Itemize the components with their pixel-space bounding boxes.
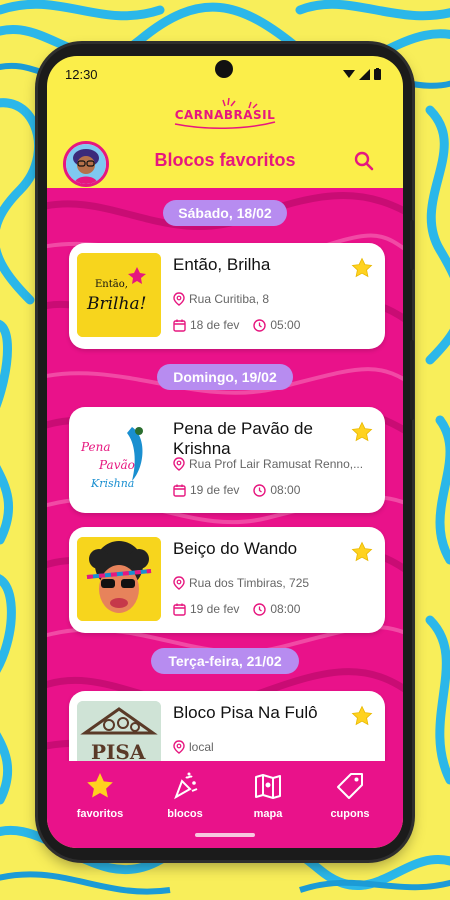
bloco-title: Beiço do Wando	[173, 539, 298, 558]
bloco-time: 08:00	[270, 602, 301, 616]
bloco-title: Bloco Pisa Na Fulô	[173, 703, 318, 722]
confetti-icon	[174, 772, 198, 800]
calendar-icon	[173, 319, 186, 332]
bottom-navigation: favoritos blocos mapa cupons	[47, 761, 403, 848]
favorite-star-icon[interactable]	[351, 257, 373, 279]
favorite-star-icon[interactable]	[351, 421, 373, 443]
thumb-text: Então,	[95, 279, 128, 290]
address-row: Rua Curitiba, 8	[173, 292, 369, 306]
location-pin-icon	[173, 576, 185, 590]
search-icon[interactable]	[353, 150, 375, 172]
bloco-title: Pena de Pavão de Krishna	[173, 419, 313, 458]
map-icon	[255, 774, 281, 799]
avatar-face-icon	[66, 144, 106, 184]
status-time: 12:30	[65, 67, 98, 82]
bloco-time: 08:00	[270, 483, 301, 497]
app-screen: 12:30 CARNABRASIL Blocos favoritos Sábad…	[47, 56, 403, 848]
location-pin-icon	[173, 292, 185, 306]
schedule-row: 18 de fev 05:00	[173, 318, 300, 332]
clock-icon	[253, 318, 267, 332]
carnabrasil-logo: CARNABRASIL	[165, 96, 285, 130]
favorites-list[interactable]: Sábado, 18/02 Então, Brilha! Então, Bril…	[47, 188, 403, 761]
bloco-address: local	[189, 740, 214, 754]
thumb-text: Pena	[80, 440, 111, 454]
signal-icon	[359, 68, 370, 80]
thumb-text: Krishna	[90, 477, 134, 490]
nav-cupons[interactable]: cupons	[315, 771, 385, 820]
date-header: Domingo, 19/02	[157, 364, 293, 390]
bloco-logo-image: Então, Brilha!	[77, 253, 161, 337]
address-row: local	[173, 740, 369, 754]
bloco-thumbnail: PISA	[77, 701, 161, 761]
logo-text: CARNABRASIL	[174, 108, 276, 122]
date-header: Terça-feira, 21/02	[151, 648, 299, 674]
bloco-logo-image: Pena Pavão Krishna	[77, 417, 161, 501]
coupon-icon	[337, 773, 363, 799]
location-pin-icon	[173, 740, 185, 754]
user-avatar[interactable]	[63, 141, 109, 187]
power-button	[410, 220, 414, 270]
address-row: Rua Prof Lair Ramusat Renno,...	[173, 457, 377, 471]
favorite-star-icon[interactable]	[351, 541, 373, 563]
schedule-row: 19 de fev 08:00	[173, 483, 300, 497]
home-indicator[interactable]	[195, 833, 255, 837]
bloco-thumbnail: Então, Brilha!	[77, 253, 161, 337]
thumb-text: PISA	[91, 740, 146, 761]
location-pin-icon	[173, 457, 185, 471]
volume-button	[410, 340, 414, 420]
bloco-time: 05:00	[270, 318, 301, 332]
schedule-row: 19 de fev 08:00	[173, 602, 300, 616]
bloco-address: Rua Prof Lair Ramusat Renno,...	[189, 457, 364, 471]
bloco-date: 19 de fev	[190, 602, 240, 616]
clock-icon	[253, 602, 267, 616]
nav-label: blocos	[167, 808, 203, 820]
nav-mapa[interactable]: mapa	[233, 771, 303, 820]
status-icons	[343, 68, 381, 80]
bloco-thumbnail	[77, 537, 161, 621]
status-bar: 12:30	[47, 56, 403, 92]
star-icon	[87, 773, 113, 798]
bloco-date: 19 de fev	[190, 483, 240, 497]
bloco-address: Rua Curitiba, 8	[189, 292, 270, 306]
favorite-star-icon[interactable]	[351, 705, 373, 727]
bloco-title: Então, Brilha	[173, 255, 271, 274]
bloco-card[interactable]: Pena Pavão Krishna Pena de Pavão de Kris…	[69, 407, 385, 513]
wifi-icon	[343, 70, 355, 78]
clock-icon	[253, 483, 267, 497]
thumb-text: Brilha!	[86, 294, 146, 314]
page-title: Blocos favoritos	[154, 150, 296, 170]
calendar-icon	[173, 484, 186, 497]
nav-label: mapa	[253, 808, 283, 820]
bloco-card[interactable]: PISA Bloco Pisa Na Fulô local	[69, 691, 385, 761]
front-camera	[215, 60, 233, 78]
address-row: Rua dos Timbiras, 725	[173, 576, 369, 590]
bloco-logo-image	[77, 537, 161, 621]
bloco-logo-image: PISA	[77, 701, 161, 761]
nav-blocos[interactable]: blocos	[150, 771, 220, 820]
date-header: Sábado, 18/02	[163, 200, 287, 226]
thumb-text: Pavão	[98, 458, 135, 472]
bloco-thumbnail: Pena Pavão Krishna	[77, 417, 161, 501]
nav-label: cupons	[330, 808, 370, 820]
nav-label: favoritos	[76, 808, 124, 820]
bloco-card[interactable]: Então, Brilha! Então, Brilha Rua Curitib…	[69, 243, 385, 349]
bloco-address: Rua dos Timbiras, 725	[189, 576, 310, 590]
calendar-icon	[173, 603, 186, 616]
battery-icon	[374, 68, 381, 80]
nav-favoritos[interactable]: favoritos	[65, 771, 135, 820]
bloco-card[interactable]: Beiço do Wando Rua dos Timbiras, 725 19 …	[69, 527, 385, 633]
bloco-date: 18 de fev	[190, 318, 240, 332]
